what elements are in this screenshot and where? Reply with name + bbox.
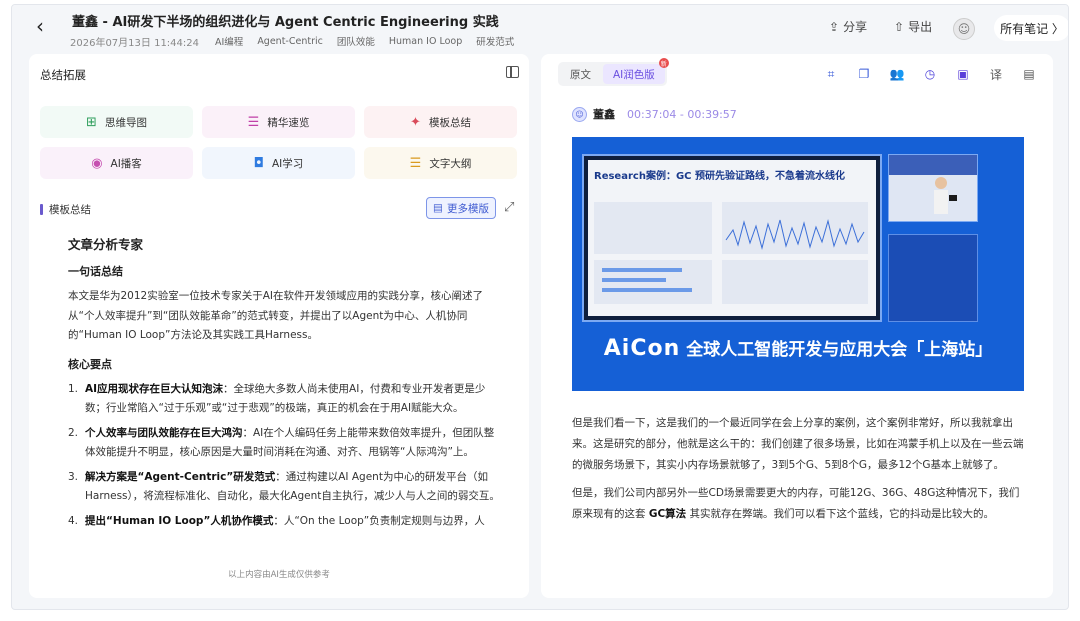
copy-icon[interactable]: ❐ [856,66,872,82]
point-heading: 解决方案是“Agent-Centric”研发范式 [85,470,276,483]
image-icon[interactable]: ▣ [955,66,971,82]
tool-button[interactable]: ☰ 精华速览 [202,106,355,138]
point-heading: 个人效率与团队效能存在巨大鸿沟 [85,426,243,439]
tag[interactable]: AI编程 [211,33,247,49]
section-heading: 模板总结 [40,202,91,217]
speakers-icon[interactable]: 👥 [889,66,905,82]
speaker-camera-view [888,154,978,222]
tag[interactable]: Agent-Centric [253,35,327,48]
export-icon: ⇧ [894,19,905,34]
document-icon[interactable]: ▤ [1021,66,1037,82]
outline-icon: ☰ [409,155,422,171]
user-avatar[interactable]: ☺ [953,18,975,40]
all-notes-button[interactable]: 所有笔记 〉 [994,15,1068,41]
section-title: 模板总结 [49,204,91,216]
template-icon: ▤ [433,202,443,214]
tab-label: 原文 [570,68,591,81]
share-icon: ⇪ [829,19,840,34]
tool-label: 文字大纲 [429,157,472,170]
tag[interactable]: 研发范式 [472,33,518,49]
tool-grid: ⊞ 思维导图 ☰ 精华速览 ✦ 模板总结 ◉ AI播客 ◘ AI学习 ☰ 文字大纲 [40,106,517,179]
summary-text: 本文是华为2012实验室一位技术专家关于AI在软件开发领域应用的实践分享，核心阐… [68,290,483,341]
tab-ai-polished[interactable]: AI润色版 新 [603,58,669,84]
tool-label: 思维导图 [104,116,147,129]
conference-banner: AiCon 全球人工智能开发与应用大会「上海站」 [572,335,1024,361]
article-heading: 文章分析专家 [68,237,144,252]
point-number: 2. [68,426,79,439]
share-label: 分享 [843,20,868,34]
clock-icon[interactable]: ◷ [922,66,938,82]
tool-label: AI学习 [272,157,304,170]
tool-button[interactable]: ◉ AI播客 [40,147,193,179]
transcript-paragraph: 但是，我们公司内部另外一些CD场景需要更大的内存，可能12G、36G、48G这种… [572,487,1020,520]
more-templates-button[interactable]: ▤ 更多模版 [426,197,496,219]
tool-button[interactable]: ⊞ 思维导图 [40,106,193,138]
summary-content: 文章分析专家 一句话总结 本文是华为2012实验室一位技术专家关于AI在软件开发… [68,230,500,566]
timestamp[interactable]: 00:37:04 - 00:39:57 [627,108,737,121]
transcript-toolbar: ⌗ ❐ 👥 ◷ ▣ 译 ▤ [823,66,1037,82]
expand-icon[interactable]: ⤢ [504,200,514,215]
key-points-list: 1. AI应用现状存在巨大认知泡沫：全球绝大多数人尚未使用AI，付费和专业开发者更… [68,380,500,532]
tag[interactable]: Human IO Loop [385,35,466,48]
transcript-panel: 原文 AI润色版 新 ⌗ ❐ 👥 ◷ ▣ 译 ▤ ☺ 董鑫 00:37:04 - 00:39… [541,54,1053,598]
layout-toggle-icon[interactable] [506,66,519,78]
app-window: ‹ 董鑫 - AI研发下半场的组织进化与 Agent Centric Engin… [11,4,1069,610]
ai-learn-icon: ◘ [253,155,264,171]
version-tabs: 原文 AI润色版 新 [558,58,669,86]
export-button[interactable]: ⇧ 导出 [894,18,932,35]
header: ‹ 董鑫 - AI研发下半场的组织进化与 Agent Centric Engin… [12,5,1068,53]
sparkle-icon: ✦ [410,114,421,130]
transcript-paragraph: 但是我们看一下，这是我们的一个最近同学在会上分享的案例，这个案例非常好，所以我就… [572,417,1024,471]
highlight-list-icon: ☰ [247,114,260,130]
highlighted-term: GC算法 [648,508,687,520]
tool-label: AI播客 [110,157,142,170]
point-number: 4. [68,514,79,527]
ai-disclaimer: 以上内容由AI生成仅供参考 [228,570,330,580]
scan-icon[interactable]: ⌗ [823,66,839,82]
points-title: 核心要点 [68,357,112,371]
point-number: 3. [68,470,79,483]
speaker-avatar: ☺ [572,106,587,122]
speaker-row: ☺ 董鑫 00:37:04 - 00:39:57 [572,106,737,122]
translate-icon[interactable]: 译 [988,66,1004,82]
tab-original[interactable]: 原文 [560,64,601,84]
summary-title: 一句话总结 [68,265,123,278]
podcast-icon: ◉ [91,155,103,171]
speaker-name: 董鑫 [593,108,615,121]
point-number: 1. [68,382,79,395]
mindmap-icon: ⊞ [86,114,97,130]
transcript-text: 但是我们看一下，这是我们的一个最近同学在会上分享的案例，这个案例非常好，所以我就… [572,413,1024,532]
more-templates-label: 更多模版 [446,202,489,215]
note-date: 2026年07月13日 11:44:24 [70,37,199,49]
slide-title: Research案例：GC 预研先验证路线，不急着流水线化 [594,171,845,182]
point-heading: 提出“Human IO Loop”人机协作模式 [85,514,274,527]
key-point: 1. AI应用现状存在巨大认知泡沫：全球绝大多数人尚未使用AI，付费和专业开发者更… [68,380,500,419]
tool-button[interactable]: ☰ 文字大纲 [364,147,517,179]
note-title: 董鑫 - AI研发下半场的组织进化与 Agent Centric Enginee… [72,15,499,30]
key-point: 2. 个人效率与团队效能存在巨大鸿沟：AI在个人编码任务上能带来数倍效率提升，但团… [68,424,500,463]
export-label: 导出 [908,20,933,34]
section-marker [40,204,43,215]
slide-chart-graphic [594,202,868,304]
aicon-logo: AiCon [603,336,681,361]
new-badge: 新 [658,58,669,68]
camera-placeholder [888,234,978,322]
tab-label: AI润色版 [613,68,655,81]
point-text: ：人“On the Loop”负责制定规则与边界，人 [273,514,485,527]
key-point: 4. 提出“Human IO Loop”人机协作模式：人“On the Loop”… [68,512,500,532]
back-arrow-icon[interactable]: ‹ [36,16,56,36]
tool-label: 精华速览 [267,116,310,129]
key-point: 3. 解决方案是“Agent-Centric”研发范式：通过构建以AI Agent… [68,468,500,507]
banner-text: 全球人工智能开发与应用大会「上海站」 [686,340,993,360]
slide-screenshot[interactable]: Research案例：GC 预研先验证路线，不急着流水线化 AiCon 全球人工… [572,137,1024,391]
panel-title: 总结拓展 [40,68,86,82]
tool-button[interactable]: ◘ AI学习 [202,147,355,179]
point-heading: AI应用现状存在巨大认知泡沫 [85,382,224,395]
note-meta: 2026年07月13日 11:44:24 AI编程 Agent-Centric … [70,33,518,49]
share-button[interactable]: ⇪ 分享 [829,18,867,35]
summary-panel: 总结拓展 ⊞ 思维导图 ☰ 精华速览 ✦ 模板总结 ◉ AI播客 ◘ AI学习 ☰ 文字大纲 模板总结… [29,54,529,598]
tag[interactable]: 团队效能 [333,33,379,49]
tool-label: 模板总结 [428,116,471,129]
tool-button[interactable]: ✦ 模板总结 [364,106,517,138]
